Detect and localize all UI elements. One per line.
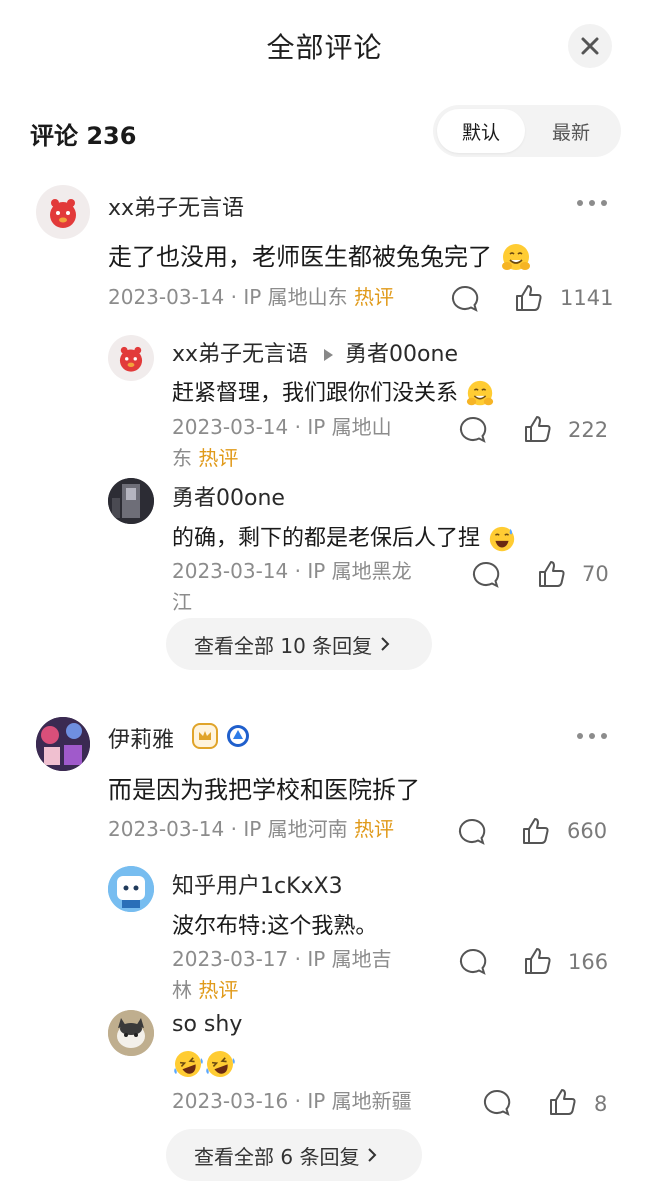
reply-username[interactable]: 勇者00one [172, 480, 285, 512]
thumbs-up-icon [550, 1089, 576, 1115]
hot-badge: 热评 [198, 978, 239, 1002]
comment-text: 走了也没用，老师医生都被兔兔完了 [108, 237, 532, 274]
like-button[interactable] [522, 413, 554, 445]
rolling-laughing-emoji [206, 1051, 235, 1077]
sort-default-button[interactable]: 默认 [437, 109, 525, 153]
username[interactable]: 伊莉雅 [108, 722, 174, 754]
reply-username[interactable]: 知乎用户1cKxX3 [172, 868, 343, 900]
reply-button[interactable] [458, 415, 488, 445]
rolling-laughing-emoji [174, 1051, 203, 1077]
reply-button[interactable] [482, 1088, 512, 1118]
like-button[interactable] [522, 945, 554, 977]
reply-text: 的确，剩下的都是老保后人了捏 [172, 520, 517, 554]
thumbs-up-icon [539, 561, 565, 587]
comment-bubble-icon [483, 1089, 511, 1116]
avatar[interactable] [108, 1010, 154, 1056]
comment-count-value: 236 [86, 122, 137, 150]
username[interactable]: xx弟子无言语 [108, 190, 244, 222]
comment-count: 评论 236 [30, 116, 136, 151]
more-dots-icon[interactable] [577, 733, 607, 739]
comment-text: 而是因为我把学校和医院拆了 [108, 776, 420, 804]
comment-meta: 2023-03-14 · IP 属地山东 热评 [108, 285, 394, 309]
reply-button[interactable] [457, 817, 487, 847]
comment-meta: 2023-03-14 · IP 属地河南 热评 [108, 817, 394, 841]
reply-button[interactable] [450, 284, 480, 314]
avatar[interactable] [36, 185, 90, 239]
reply-username[interactable]: so shy [172, 1012, 242, 1037]
robot-avatar-icon [108, 866, 154, 912]
view-all-replies-button[interactable]: 查看全部 6 条回复 [166, 1129, 422, 1181]
page-title: 全部评论 [266, 31, 383, 64]
avatar[interactable] [108, 335, 154, 381]
hugging-face-emoji [466, 380, 494, 406]
comment-bubble-icon [458, 818, 486, 845]
avatar[interactable] [108, 866, 154, 912]
red-creature-avatar-icon [119, 346, 143, 372]
like-button[interactable] [513, 282, 545, 314]
reply-button[interactable] [458, 947, 488, 977]
thumbs-up-icon [523, 818, 549, 844]
comments-sheet: 全部评论 评论 236 默认 最新 xx弟子无言语 走了也没用，老师医生都被兔兔… [0, 0, 649, 1200]
avatar[interactable] [108, 478, 154, 524]
reply-meta: 2023-03-16 · IP 属地新疆 [172, 1089, 412, 1113]
like-count: 70 [582, 562, 609, 586]
reply-arrow-icon [324, 349, 334, 361]
grinning-sweat-emoji [489, 526, 515, 552]
comment-bubble-icon [459, 948, 487, 975]
like-button[interactable] [520, 815, 552, 847]
close-icon [581, 37, 599, 55]
cat-avatar-icon [108, 1010, 154, 1056]
like-count: 222 [568, 418, 609, 442]
close-button[interactable] [568, 24, 612, 68]
like-count: 166 [568, 950, 609, 974]
reply-text: 赶紧督理，我们跟你们没关系 [172, 375, 495, 409]
reply-text: 波尔布特:这个我熟。 [172, 914, 378, 939]
hot-badge: 热评 [354, 817, 394, 841]
hot-badge: 热评 [198, 446, 239, 470]
view-all-replies-button[interactable]: 查看全部 10 条回复 [166, 618, 432, 670]
sort-toggle: 默认 最新 [433, 105, 621, 157]
sort-latest-button[interactable]: 最新 [527, 109, 615, 153]
thumbs-up-icon [525, 948, 551, 974]
dark-figure-avatar-icon [108, 478, 154, 524]
comment-bubble-icon [472, 561, 500, 588]
like-button[interactable] [547, 1086, 579, 1118]
reply-meta: 2023-03-14 · IP 属地山东 热评 [172, 415, 392, 470]
more-dots-icon[interactable] [577, 200, 607, 206]
thumbs-up-icon [525, 416, 551, 442]
level-badge-icon [227, 725, 249, 747]
reply-meta: 2023-03-14 · IP 属地黑龙江 [172, 559, 412, 614]
like-button[interactable] [536, 558, 568, 590]
crown-badge-icon [192, 723, 218, 749]
reply-text [172, 1048, 236, 1080]
reply-username: xx弟子无言语 勇者00one [172, 342, 458, 367]
avatar[interactable] [36, 717, 90, 771]
hugging-face-emoji [501, 244, 530, 270]
like-count: 1141 [560, 286, 614, 310]
anime-collage-avatar-icon [36, 717, 90, 771]
chevron-right-icon [381, 637, 390, 651]
red-creature-avatar-icon [50, 199, 76, 228]
thumbs-up-icon [516, 285, 542, 311]
hot-badge: 热评 [354, 285, 394, 309]
reply-meta: 2023-03-17 · IP 属地吉林 热评 [172, 947, 392, 1002]
like-count: 660 [567, 819, 608, 843]
reply-button[interactable] [471, 560, 501, 590]
chevron-right-icon [368, 1148, 377, 1162]
comment-bubble-icon [459, 416, 487, 443]
comment-count-label: 评论 [30, 122, 78, 150]
comment-bubble-icon [451, 285, 479, 312]
like-count: 8 [594, 1092, 608, 1116]
